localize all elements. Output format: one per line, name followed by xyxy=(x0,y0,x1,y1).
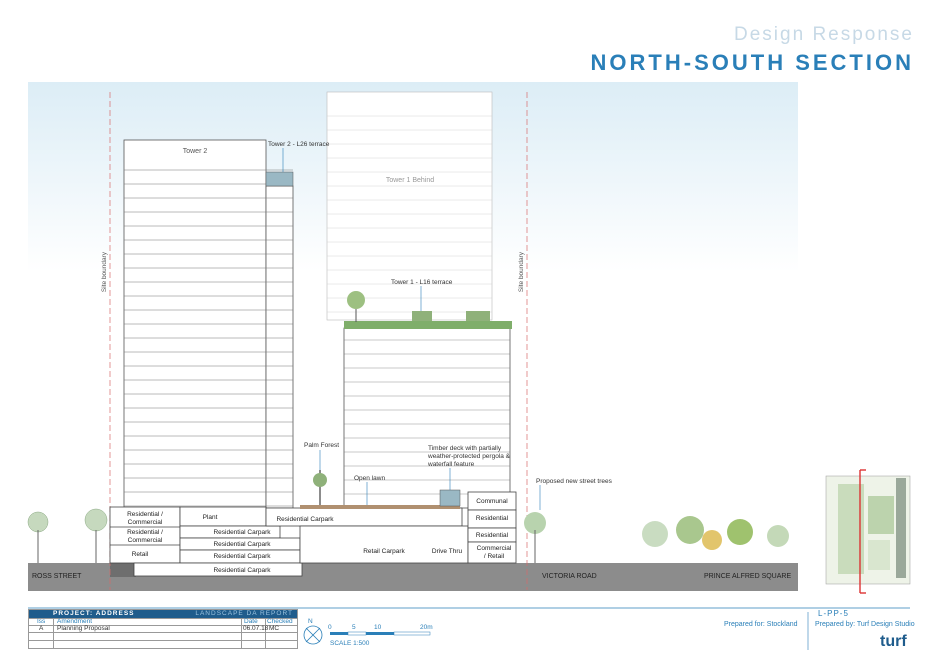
scale-tick-2: 10 xyxy=(374,624,382,631)
podium-residential-1: Residential xyxy=(476,515,509,522)
project-label: PROJECT: ADDRESS xyxy=(53,610,135,617)
podium-res-carpark-4: Residential Carpark xyxy=(213,567,271,574)
podium-plant: Plant xyxy=(203,514,218,521)
podium-res-carpark-1: Residential Carpark xyxy=(213,529,271,536)
col-iss: Iss xyxy=(37,618,46,625)
podium-retail-carpark: Retail Carpark xyxy=(363,548,405,555)
podium-res-carpark-3: Residential Carpark xyxy=(213,553,271,560)
row-date: 06.07.18 xyxy=(243,625,269,632)
title-block: PROJECT: ADDRESS LANDSCAPE DA REPORT Iss… xyxy=(28,609,298,649)
podium-drive-thru: Drive Thru xyxy=(432,548,463,555)
scale-label: SCALE 1:500 xyxy=(330,640,370,647)
tower-2-label: Tower 2 xyxy=(183,148,208,155)
tower-2 xyxy=(123,139,294,509)
palm-forest-label: Palm Forest xyxy=(304,442,339,449)
timber-deck-label-2: weather-protected pergola & xyxy=(427,453,511,460)
podium-res-comm-1a: Residential / xyxy=(127,511,163,518)
scale-tick-0: 0 xyxy=(328,624,332,631)
podium-res-comm-2a: Residential / xyxy=(127,529,163,536)
col-date: Date xyxy=(244,618,258,625)
tower-1-label: Tower 1 Behind xyxy=(386,177,434,184)
timber-deck-label-1: Timber deck with partially xyxy=(428,445,502,452)
scale-tick-3: 20m xyxy=(420,624,433,631)
podium-res-carpark-2: Residential Carpark xyxy=(213,541,271,548)
street-victoria: VICTORIA ROAD xyxy=(542,573,597,580)
street-trees-label: Proposed new street trees xyxy=(536,478,613,485)
scale-tick-1: 5 xyxy=(352,624,356,631)
podium-commercial-retail-a: Commercial xyxy=(477,545,512,552)
open-lawn-label: Open lawn xyxy=(354,475,385,482)
podium-residential-2: Residential xyxy=(476,532,509,539)
col-amendment: Amendment xyxy=(57,618,93,625)
tower-1-terrace-label: Tower 1 - L16 terrace xyxy=(391,279,453,286)
timber-deck-label-3: waterfall feature xyxy=(427,461,475,468)
row-checked: MC xyxy=(269,625,280,632)
row-amendment: Planning Proposal xyxy=(57,625,110,632)
prepared-by: Prepared by: Turf Design Studio xyxy=(815,621,915,628)
podium-retail: Retail xyxy=(132,551,149,558)
north-arrow-label: N xyxy=(308,618,313,625)
title-block-header: PROJECT: ADDRESS LANDSCAPE DA REPORT xyxy=(29,610,297,618)
street-ross: ROSS STREET xyxy=(32,573,82,580)
col-checked: Checked xyxy=(267,618,293,625)
podium-res-comm-1b: Commercial xyxy=(128,519,163,526)
site-boundary-right: Site boundary xyxy=(518,251,525,292)
row-iss: A xyxy=(39,625,44,632)
podium-commercial-retail-b: / Retail xyxy=(484,553,505,560)
key-plan xyxy=(825,469,911,594)
podium-communal: Communal xyxy=(476,498,508,505)
sheet-number: L-PP-5 xyxy=(818,609,849,618)
tower-2-terrace-label: Tower 2 - L26 terrace xyxy=(268,141,330,148)
prepared-for: Prepared for: Stockland xyxy=(724,621,798,628)
podium-res-comm-2b: Commercial xyxy=(128,537,163,544)
podium-res-carpark-top: Residential Carpark xyxy=(276,516,334,523)
turf-logo: turf xyxy=(880,633,907,650)
report-label: LANDSCAPE DA REPORT xyxy=(195,610,293,617)
site-boundary-left: Site boundary xyxy=(101,251,108,292)
section-drawing: Tower 2 Tower 1 Behind Tower 2 - L26 ter… xyxy=(27,82,915,650)
street-prince-alfred: PRINCE ALFRED SQUARE xyxy=(704,573,791,580)
